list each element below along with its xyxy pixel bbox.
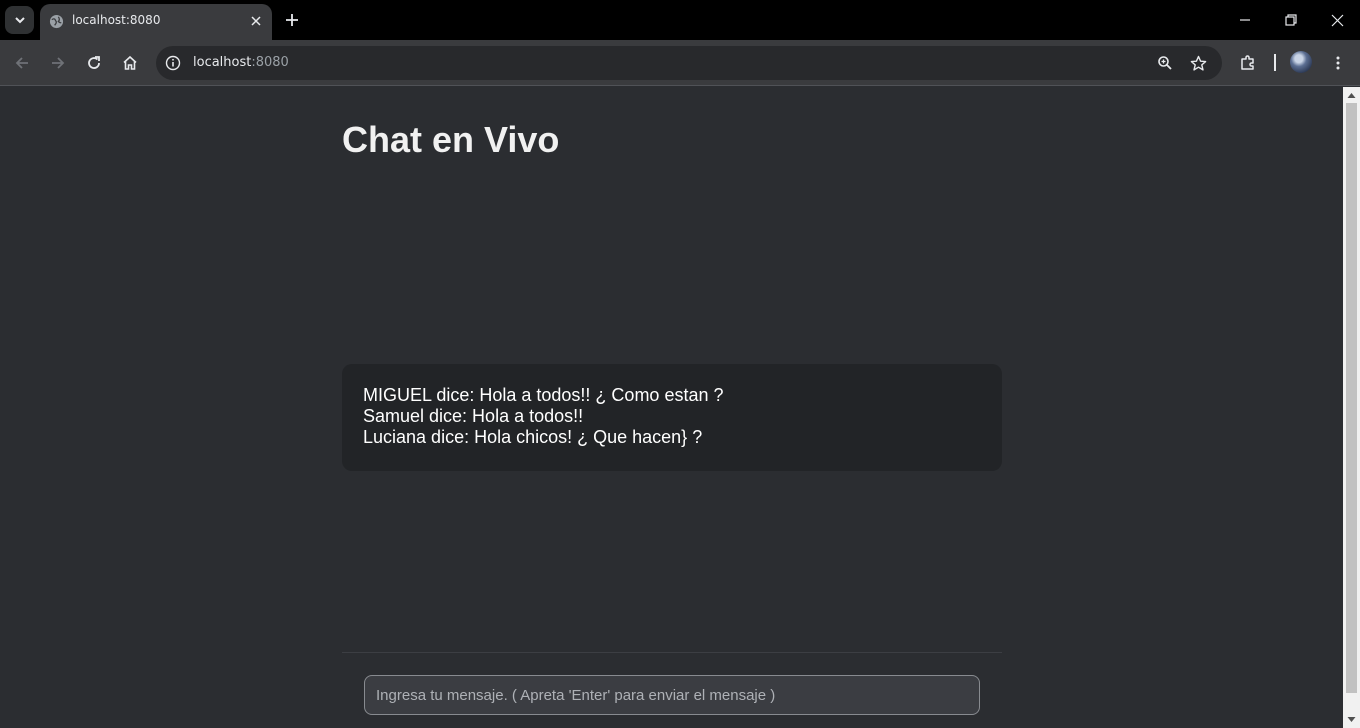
globe-icon	[49, 14, 64, 29]
toolbar-separator	[1274, 54, 1276, 71]
url-port: :8080	[251, 55, 289, 70]
puzzle-icon	[1241, 55, 1254, 70]
star-icon	[1190, 55, 1206, 71]
browser-titlebar: localhost:8080	[0, 0, 1360, 40]
tab-close-button[interactable]	[247, 12, 265, 30]
restore-button[interactable]	[1276, 6, 1306, 34]
home-button[interactable]	[116, 49, 144, 77]
arrow-left-icon	[15, 57, 28, 69]
scroll-down-arrow-icon[interactable]	[1347, 715, 1356, 724]
message-input[interactable]	[364, 675, 980, 715]
restore-icon	[1285, 14, 1297, 26]
close-icon	[251, 16, 261, 26]
bookmark-button[interactable]	[1188, 53, 1208, 73]
extensions-button[interactable]	[1234, 49, 1262, 77]
minimize-button[interactable]	[1230, 6, 1260, 34]
reload-icon	[88, 56, 100, 69]
browser-tab-active[interactable]: localhost:8080	[40, 4, 272, 40]
forward-button[interactable]	[44, 49, 72, 77]
plus-icon	[286, 14, 298, 26]
chat-messages-box: MIGUEL dice: Hola a todos!! ¿ Como estan…	[342, 364, 1002, 471]
info-icon[interactable]	[165, 55, 181, 71]
address-bar[interactable]: localhost:8080	[156, 46, 1222, 80]
chat-message: MIGUEL dice: Hola a todos!! ¿ Como estan…	[363, 385, 724, 405]
scroll-up-arrow-icon[interactable]	[1347, 91, 1356, 100]
menu-button[interactable]	[1324, 49, 1352, 77]
url-text: localhost:8080	[193, 55, 289, 70]
tab-search-button[interactable]	[5, 6, 34, 34]
zoom-icon	[1158, 56, 1172, 70]
back-button[interactable]	[8, 49, 36, 77]
minimize-icon	[1240, 19, 1250, 21]
arrow-right-icon	[52, 57, 65, 69]
chevron-down-icon	[14, 17, 25, 24]
zoom-button[interactable]	[1155, 53, 1175, 73]
home-icon	[123, 55, 137, 70]
reload-button[interactable]	[80, 49, 108, 77]
profile-avatar[interactable]	[1290, 51, 1312, 73]
close-icon	[1331, 14, 1343, 26]
window-close-button[interactable]	[1322, 6, 1352, 34]
page-viewport: Chat en Vivo MIGUEL dice: Hola a todos!!…	[0, 87, 1343, 728]
scrollbar-thumb[interactable]	[1346, 103, 1357, 693]
tab-title: localhost:8080	[72, 13, 161, 27]
url-host: localhost	[193, 55, 252, 70]
page-title: Chat en Vivo	[342, 119, 560, 160]
chat-message: Samuel dice: Hola a todos!!	[363, 406, 584, 426]
page-scrollbar[interactable]	[1343, 87, 1360, 728]
browser-toolbar: localhost:8080	[0, 40, 1360, 86]
more-vertical-icon	[1336, 56, 1340, 70]
divider	[342, 652, 1002, 653]
chat-message: Luciana dice: Hola chicos! ¿ Que hacen} …	[363, 427, 703, 447]
new-tab-button[interactable]	[282, 10, 302, 30]
